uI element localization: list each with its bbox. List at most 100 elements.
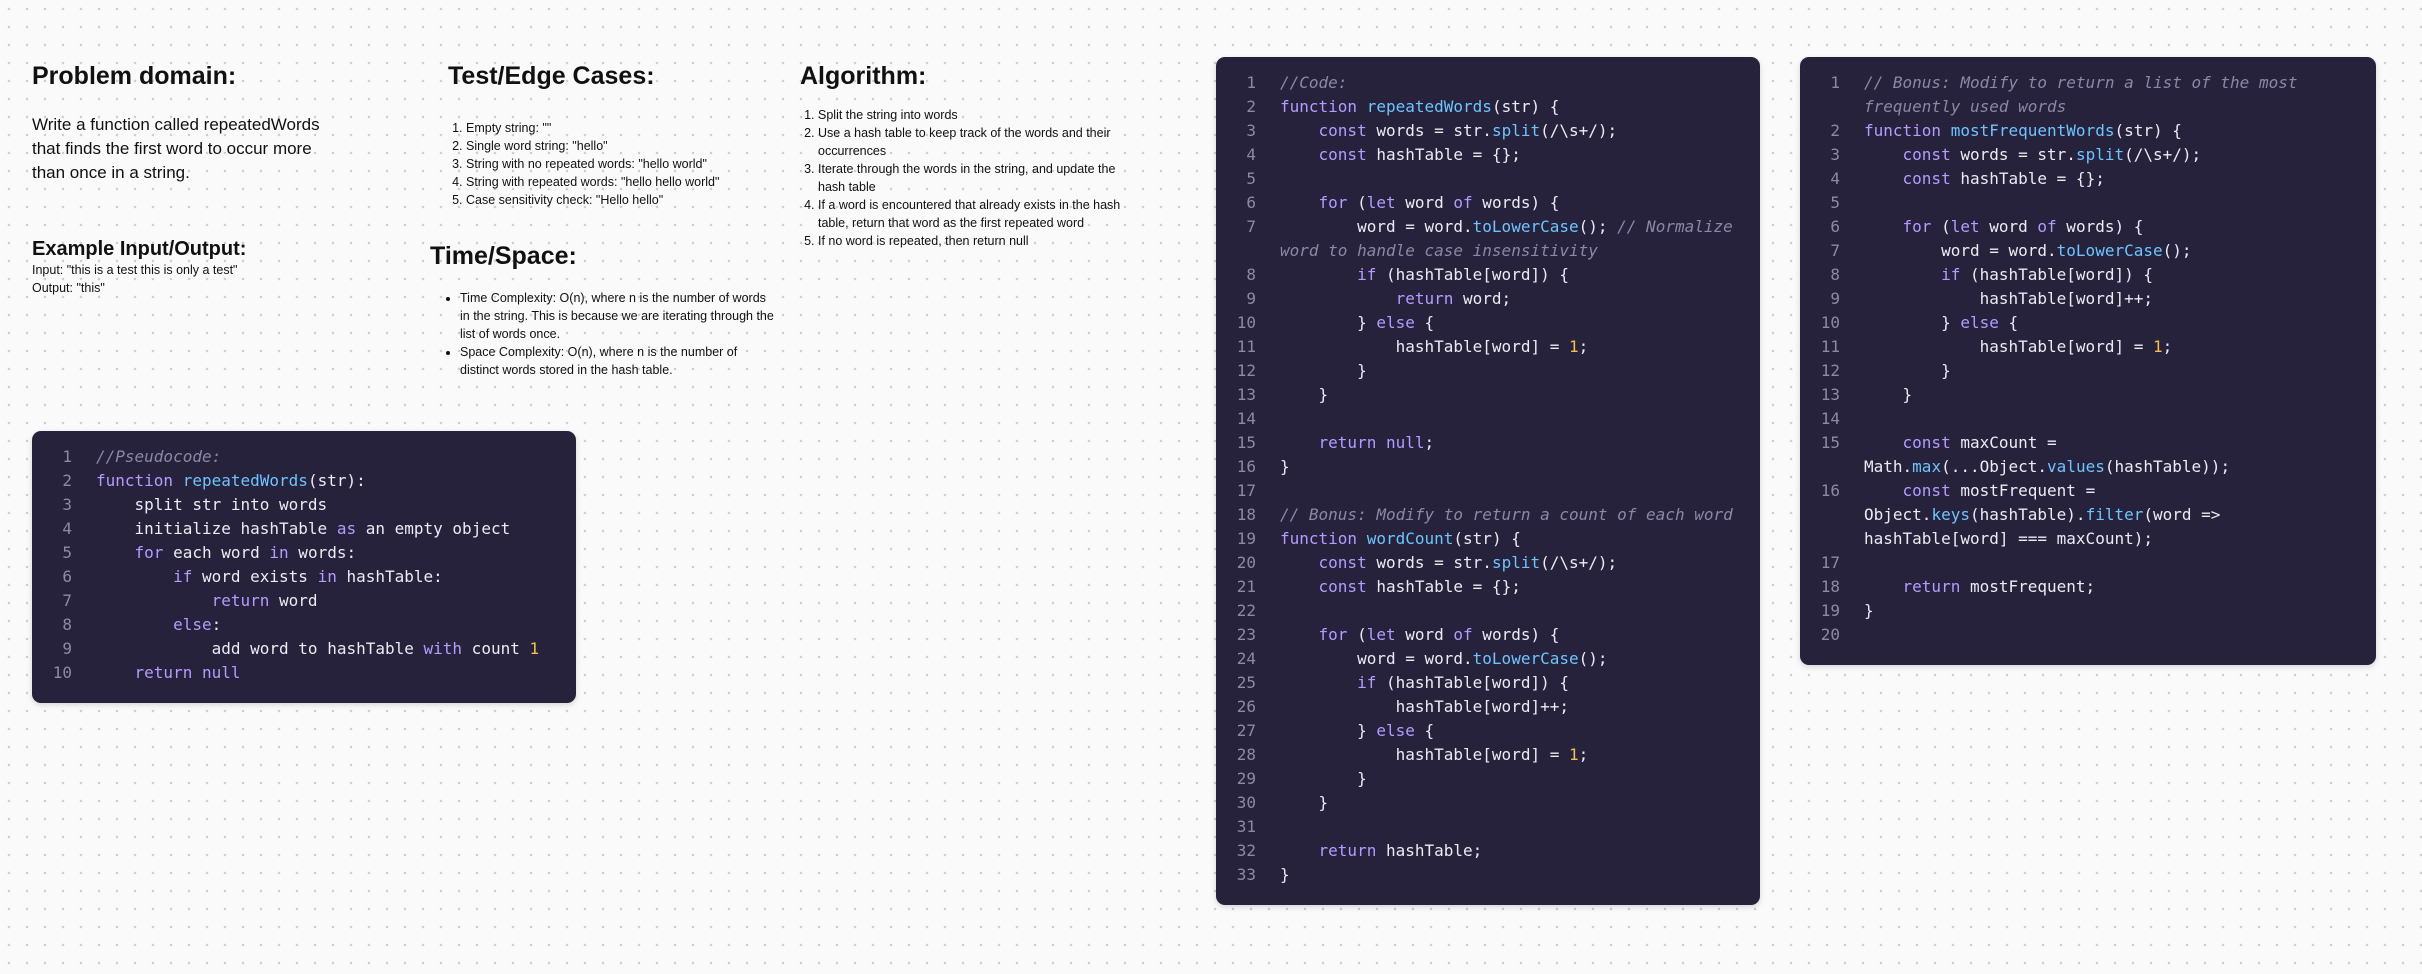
code-line: 31 [1216, 815, 1760, 839]
code-line: 10 } else { [1216, 311, 1760, 335]
line-number: 25 [1236, 673, 1256, 692]
code-line: 20 [1800, 623, 2376, 647]
code-token: values [2047, 457, 2105, 476]
code-token: const [1902, 145, 1951, 164]
code-token: if [173, 567, 193, 586]
code-token: return [1318, 433, 1377, 452]
code-text: } [1280, 359, 1760, 383]
code-text: return hashTable; [1280, 839, 1760, 863]
code-token: function [1280, 97, 1367, 116]
line-number: 6 [1246, 193, 1256, 212]
code-token: hashTable = {}; [1366, 145, 1521, 164]
code-line: 27 } else { [1216, 719, 1760, 743]
code-text: if (hashTable[word]) { [1280, 671, 1760, 695]
code-text: const words = str.split(/\s+/); [1280, 551, 1760, 575]
code-token: 1 [1568, 337, 1579, 356]
code-text: } [1864, 599, 2376, 623]
code-line: 15 const maxCount = Math.max(...Object.v… [1800, 431, 2376, 479]
code-token: function [1280, 529, 1367, 548]
line-number: 2 [1830, 121, 1840, 140]
code-line: 5 for each word in words: [32, 541, 576, 565]
code-text: hashTable[word] = 1; [1280, 335, 1760, 359]
code-text: } [1280, 767, 1760, 791]
line-number: 16 [1820, 481, 1840, 500]
code-text: const hashTable = {}; [1280, 575, 1760, 599]
line-number: 7 [1246, 217, 1256, 236]
code-token: wordCount [1366, 529, 1454, 548]
code-text: word = word.toLowerCase(); [1864, 239, 2376, 263]
code-token: (...Object. [1941, 457, 2048, 476]
code-line: 2 function repeatedWords(str): [32, 469, 576, 493]
code-token: for [1902, 217, 1932, 236]
code-text: if word exists in hashTable: [96, 565, 576, 589]
code-line: 5 [1216, 167, 1760, 191]
code-line: 14 [1216, 407, 1760, 431]
code-token: word = word. [1280, 217, 1473, 236]
code-token: words = str. [1366, 121, 1492, 140]
line-number: 13 [1236, 385, 1256, 404]
code-token: return [1902, 577, 1961, 596]
code-line: 10 } else { [1800, 311, 2376, 335]
problem-domain-text: Write a function called repeatedWords th… [32, 115, 320, 182]
code-token: : [211, 615, 222, 634]
code-line: 8 else: [32, 613, 576, 637]
code-token: (); [2162, 241, 2192, 260]
code-token: words) { [1472, 193, 1560, 212]
code-token: word; [1453, 289, 1512, 308]
line-number: 15 [1820, 433, 1840, 452]
line-number: 5 [1246, 169, 1256, 188]
algorithm-list: Split the string into words Use a hash t… [800, 106, 1130, 250]
code-token: ; [2162, 337, 2173, 356]
code-line: 2 function mostFrequentWords(str) { [1800, 119, 2376, 143]
code-line: 20 const words = str.split(/\s+/); [1216, 551, 1760, 575]
code-line: 33} [1216, 863, 1760, 887]
code-text: for (let word of words) { [1280, 623, 1760, 647]
code-token: ( [1347, 625, 1367, 644]
line-number: 24 [1236, 649, 1256, 668]
code-text: hashTable[word] = 1; [1280, 743, 1760, 767]
code-text: const words = str.split(/\s+/); [1864, 143, 2376, 167]
code-token: else [1376, 313, 1415, 332]
code-line: 12 } [1800, 359, 2376, 383]
code-token: null [1385, 433, 1425, 452]
code-line: 3 const words = str.split(/\s+/); [1800, 143, 2376, 167]
code-token: (hashTable)); [2104, 457, 2231, 476]
code-token: count [462, 639, 530, 658]
line-number: 21 [1236, 577, 1256, 596]
line-number: 4 [1246, 145, 1256, 164]
code-token: toLowerCase [1472, 649, 1579, 668]
line-number: 1 [1830, 73, 1840, 92]
test-cases-section: Test/Edge Cases: Empty string: "" Single… [448, 62, 748, 209]
line-number: 11 [1236, 337, 1256, 356]
code-line: 23 for (let word of words) { [1216, 623, 1760, 647]
code-text: function wordCount(str) { [1280, 527, 1760, 551]
code-token: as [336, 519, 357, 538]
code-token: let [1366, 625, 1396, 644]
code-text: hashTable[word] = 1; [1864, 335, 2376, 359]
code-text: if (hashTable[word]) { [1864, 263, 2376, 287]
code-token: else [1376, 721, 1415, 740]
code-text: return null [96, 661, 576, 685]
line-number: 23 [1236, 625, 1256, 644]
test-cases-list: Empty string: "" Single word string: "he… [448, 119, 748, 209]
code-token: words: [288, 543, 357, 562]
code-token: const [1318, 145, 1367, 164]
code-token: return [1395, 289, 1454, 308]
code-line: 22 [1216, 599, 1760, 623]
algorithm-heading: Algorithm: [800, 62, 927, 90]
code-token: each word [163, 543, 270, 562]
code-token: (hashTable[word]) { [1960, 265, 2153, 284]
code-token: function [96, 471, 183, 490]
code-line: 19 function wordCount(str) { [1216, 527, 1760, 551]
code-token: const [1902, 169, 1951, 188]
